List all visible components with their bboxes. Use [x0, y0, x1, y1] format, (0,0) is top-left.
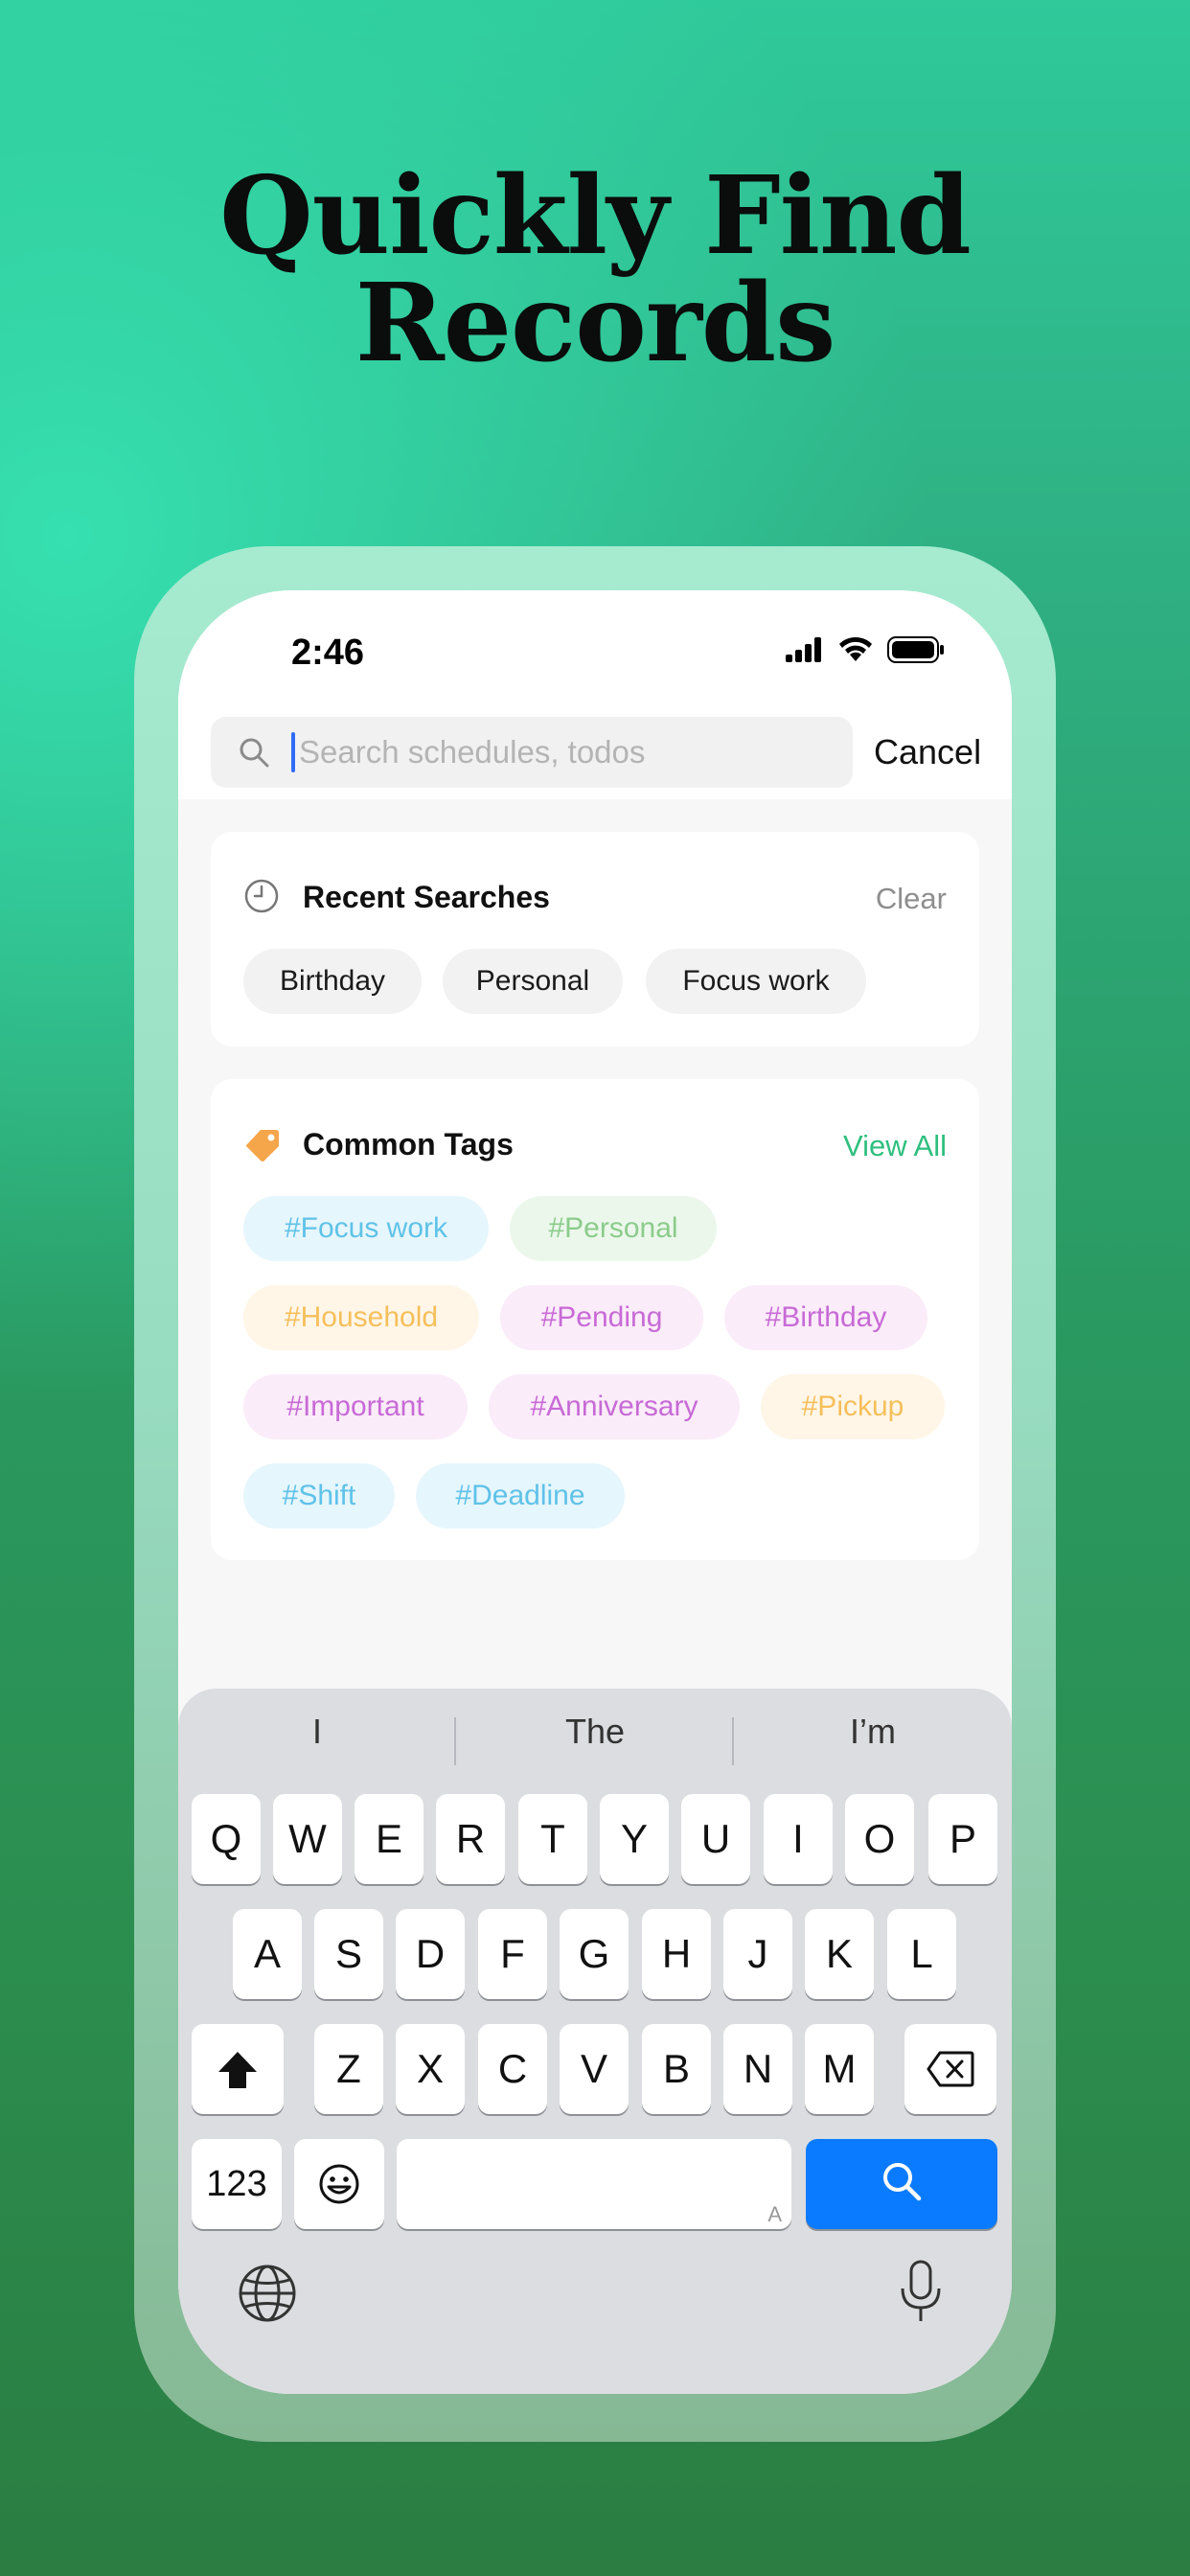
prediction-1[interactable]: I: [178, 1712, 456, 1752]
battery-icon: [887, 636, 944, 663]
keyboard: I The I’m Q W E R T Y U I O P A S D F G …: [178, 1689, 1012, 2394]
key-a[interactable]: A: [233, 1909, 302, 1999]
key-l[interactable]: L: [887, 1909, 956, 1999]
view-all-button[interactable]: View All: [843, 1129, 947, 1163]
key-o[interactable]: O: [845, 1794, 914, 1884]
key-s[interactable]: S: [314, 1909, 383, 1999]
key-b[interactable]: B: [642, 2024, 711, 2114]
microphone-icon[interactable]: [899, 2260, 943, 2325]
key-n[interactable]: N: [723, 2024, 792, 2114]
key-k[interactable]: K: [805, 1909, 874, 1999]
status-time: 2:46: [291, 632, 365, 673]
clock-icon: [244, 879, 279, 913]
phone-screen: 2:46 Search schedules, todos Cancel Rece…: [178, 590, 1012, 2394]
delete-key[interactable]: [904, 2024, 996, 2114]
headline: Quickly Find Records: [219, 153, 972, 386]
shift-icon: [218, 2052, 257, 2088]
key-w[interactable]: W: [273, 1794, 342, 1884]
tag-pickup[interactable]: #Pickup: [761, 1374, 945, 1439]
common-tags-title: Common Tags: [303, 1127, 514, 1162]
tag-shift[interactable]: #Shift: [243, 1463, 395, 1529]
clear-button[interactable]: Clear: [876, 882, 947, 916]
recent-searches-card: Recent Searches Clear Birthday Personal …: [211, 832, 979, 1046]
space-key[interactable]: A: [397, 2139, 791, 2229]
signal-icon: [786, 637, 821, 662]
tag-household[interactable]: #Household: [243, 1285, 479, 1350]
tag-anniversary[interactable]: #Anniversary: [489, 1374, 740, 1439]
prediction-2[interactable]: The: [456, 1712, 734, 1752]
tag-focus-work[interactable]: #Focus work: [243, 1196, 489, 1261]
key-j[interactable]: J: [723, 1909, 792, 1999]
key-t[interactable]: T: [518, 1794, 587, 1884]
key-u[interactable]: U: [681, 1794, 750, 1884]
search-key[interactable]: [806, 2139, 997, 2229]
key-h[interactable]: H: [642, 1909, 711, 1999]
key-x[interactable]: X: [396, 2024, 465, 2114]
recent-chip-personal[interactable]: Personal: [443, 949, 623, 1014]
recent-chip-birthday[interactable]: Birthday: [243, 949, 422, 1014]
key-r[interactable]: R: [436, 1794, 505, 1884]
key-p[interactable]: P: [928, 1794, 997, 1884]
search-icon: [240, 738, 269, 768]
emoji-icon: [319, 2164, 359, 2204]
key-d[interactable]: D: [396, 1909, 465, 1999]
text-caret: [291, 732, 295, 772]
prediction-3[interactable]: I’m: [734, 1712, 1012, 1752]
delete-icon: [927, 2051, 974, 2087]
search-key-icon: [883, 2163, 922, 2201]
key-e[interactable]: E: [355, 1794, 423, 1884]
tag-important[interactable]: #Important: [243, 1374, 468, 1439]
key-y[interactable]: Y: [600, 1794, 669, 1884]
tag-birthday[interactable]: #Birthday: [724, 1285, 927, 1350]
tag-personal[interactable]: #Personal: [510, 1196, 717, 1261]
tag-icon: [246, 1130, 279, 1162]
tag-pending[interactable]: #Pending: [500, 1285, 703, 1350]
key-m[interactable]: M: [805, 2024, 874, 2114]
cancel-button[interactable]: Cancel: [874, 732, 981, 772]
key-v[interactable]: V: [560, 2024, 629, 2114]
emoji-key[interactable]: [294, 2139, 384, 2229]
status-icons: [786, 636, 945, 663]
search-input[interactable]: [293, 719, 835, 786]
recent-searches-title: Recent Searches: [303, 880, 550, 914]
space-key-hint: A: [767, 2202, 782, 2226]
tag-deadline[interactable]: #Deadline: [416, 1463, 625, 1529]
shift-key[interactable]: [192, 2024, 284, 2114]
key-q[interactable]: Q: [192, 1794, 261, 1884]
top-bar: 2:46 Search schedules, todos Cancel: [178, 590, 1012, 799]
key-f[interactable]: F: [478, 1909, 547, 1999]
common-tags-card: Common Tags View All #Focus work #Person…: [211, 1079, 979, 1560]
key-i[interactable]: I: [764, 1794, 833, 1884]
key-g[interactable]: G: [560, 1909, 629, 1999]
key-c[interactable]: C: [478, 2024, 547, 2114]
recent-chip-focus-work[interactable]: Focus work: [646, 949, 866, 1014]
globe-icon[interactable]: [238, 2264, 297, 2323]
numbers-key[interactable]: 123: [192, 2139, 282, 2229]
wifi-icon: [839, 636, 872, 661]
key-z[interactable]: Z: [314, 2024, 383, 2114]
